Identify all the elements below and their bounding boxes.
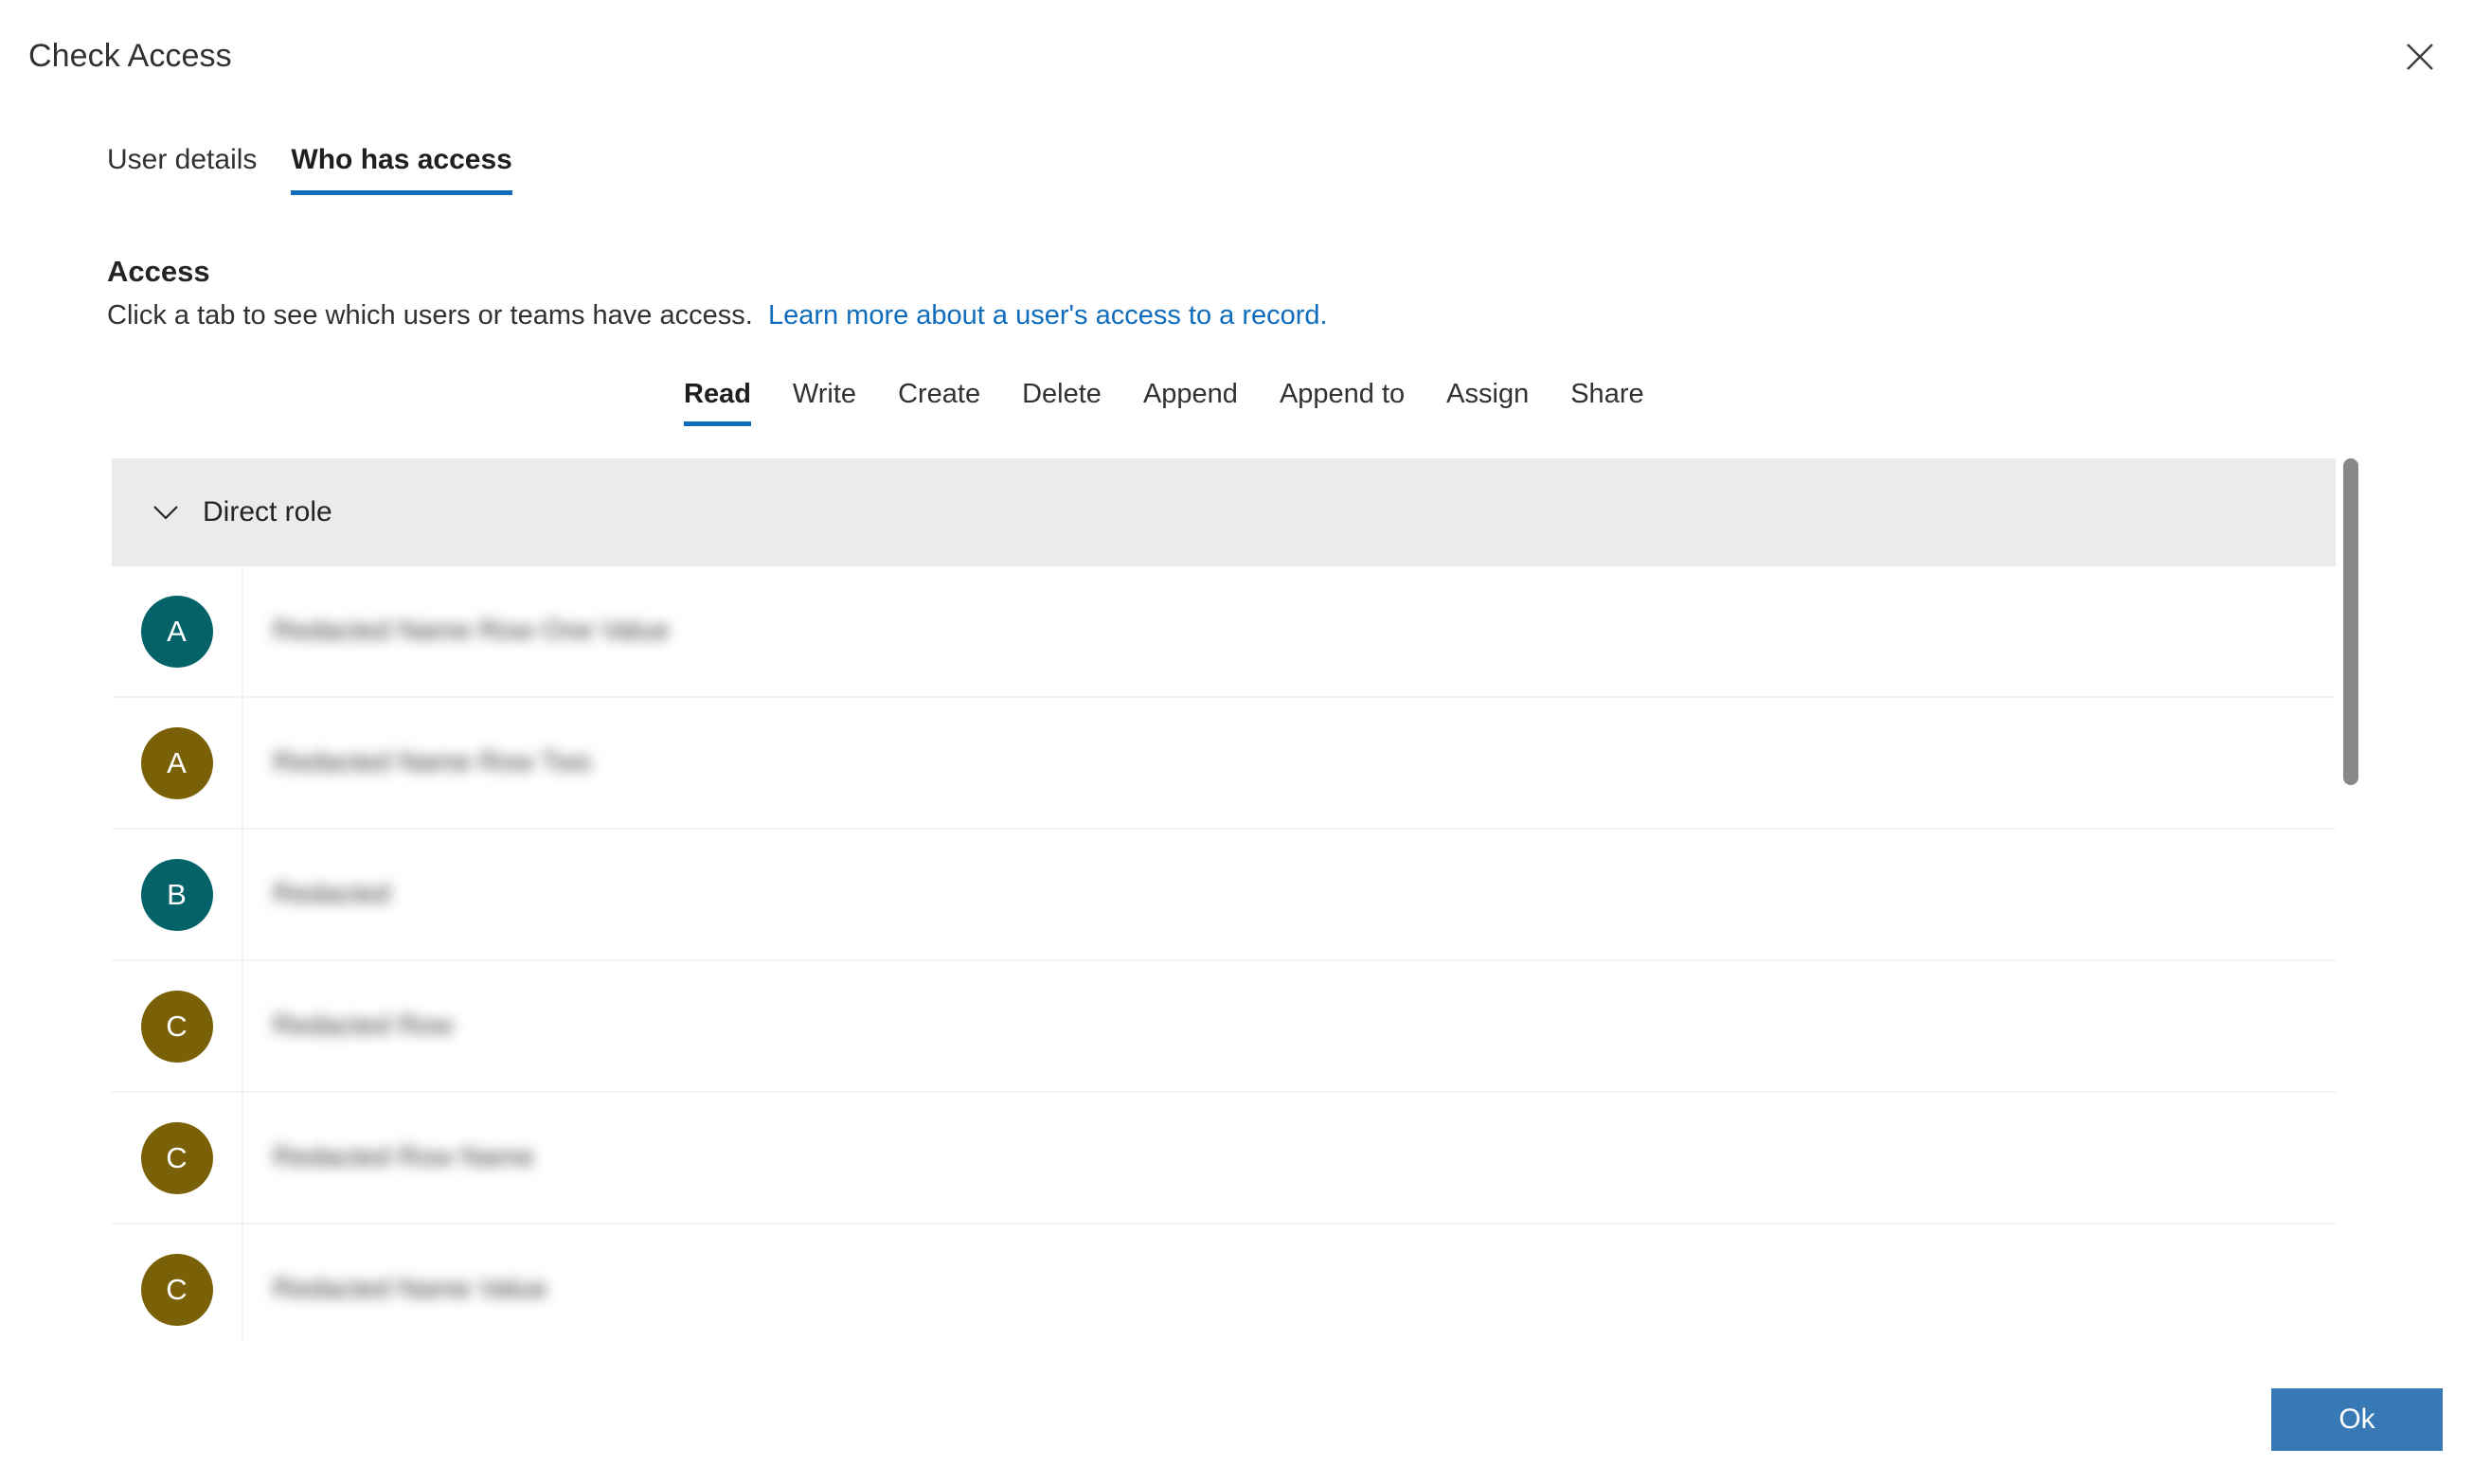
avatar: C <box>140 1253 213 1326</box>
perm-tab-write-label: Write <box>792 379 857 409</box>
avatar: A <box>140 595 213 668</box>
table-row[interactable]: A Redacted Name Row One Value <box>112 566 2336 698</box>
perm-tab-share[interactable]: Share <box>1550 377 1664 426</box>
avatar: A <box>140 726 213 799</box>
access-description: Click a tab to see which users or teams … <box>107 297 1328 333</box>
tab-user-details-label: User details <box>107 144 258 175</box>
perm-tab-append-to[interactable]: Append to <box>1259 377 1425 426</box>
perm-tab-delete[interactable]: Delete <box>1001 377 1122 426</box>
row-name-cell: Redacted Name Row One Value <box>243 566 2336 696</box>
permission-tablist: Read Write Create Delete Append Append t… <box>663 377 1665 426</box>
row-name-cell: Redacted <box>243 830 2336 959</box>
row-avatar-cell: A <box>112 698 243 828</box>
row-avatar-cell: C <box>112 1093 243 1223</box>
row-name-cell: Redacted Row <box>243 961 2336 1091</box>
close-button[interactable] <box>2384 21 2456 93</box>
avatar: C <box>140 1121 213 1194</box>
perm-tab-delete-label: Delete <box>1022 379 1102 409</box>
perm-tab-read-label: Read <box>684 379 751 409</box>
access-list: Direct role A Redacted Name Row One Value… <box>112 458 2336 1339</box>
access-description-text: Click a tab to see which users or teams … <box>107 300 753 331</box>
close-icon <box>2406 43 2434 71</box>
ok-button[interactable]: Ok <box>2271 1388 2443 1451</box>
table-row[interactable]: B Redacted <box>112 830 2336 961</box>
table-row[interactable]: C Redacted Row Name <box>112 1093 2336 1225</box>
chevron-down-icon <box>148 494 184 530</box>
perm-tab-append-to-label: Append to <box>1279 379 1406 409</box>
row-avatar-cell: C <box>112 1225 243 1339</box>
check-access-dialog: Check Access User details Who has access… <box>0 0 2473 1484</box>
avatar: B <box>140 858 213 931</box>
perm-tab-read[interactable]: Read <box>663 377 772 426</box>
access-rows-host: A Redacted Name Row One Value A Redacted Na… <box>112 566 2336 1339</box>
list-scrollbar[interactable] <box>2343 458 2358 1339</box>
row-name-redacted: Redacted Name Row Two <box>273 747 592 778</box>
learn-more-link[interactable]: Learn more about a user's access to a re… <box>768 300 1328 331</box>
pivot-tablist: User details Who has access <box>107 142 529 195</box>
tab-who-has-access[interactable]: Who has access <box>274 142 529 195</box>
row-name-cell: Redacted Name Row Two <box>243 698 2336 828</box>
row-name-cell: Redacted Name Value <box>243 1225 2336 1339</box>
group-header-direct-role[interactable]: Direct role <box>112 458 2336 566</box>
table-row[interactable]: C Redacted Name Value <box>112 1225 2336 1339</box>
table-row[interactable]: A Redacted Name Row Two <box>112 698 2336 830</box>
row-name-cell: Redacted Row Name <box>243 1093 2336 1223</box>
row-name-redacted: Redacted Name Row One Value <box>273 616 670 646</box>
access-heading: Access <box>107 255 210 288</box>
avatar: C <box>140 990 213 1063</box>
row-avatar-cell: C <box>112 961 243 1091</box>
tab-user-details[interactable]: User details <box>107 142 274 195</box>
row-name-redacted: Redacted Row <box>273 1010 454 1041</box>
perm-tab-assign[interactable]: Assign <box>1425 377 1550 426</box>
tab-who-has-access-label: Who has access <box>291 144 512 175</box>
perm-tab-write[interactable]: Write <box>772 377 877 426</box>
row-avatar-cell: A <box>112 566 243 696</box>
table-row[interactable]: C Redacted Row <box>112 961 2336 1093</box>
dialog-footer: Ok <box>0 1342 2473 1484</box>
list-scrollbar-thumb[interactable] <box>2343 458 2358 785</box>
perm-tab-append[interactable]: Append <box>1122 377 1259 426</box>
perm-tab-share-label: Share <box>1570 379 1644 409</box>
perm-tab-create-label: Create <box>898 379 981 409</box>
row-name-redacted: Redacted Row Name <box>273 1142 534 1172</box>
row-avatar-cell: B <box>112 830 243 959</box>
perm-tab-assign-label: Assign <box>1446 379 1530 409</box>
row-name-redacted: Redacted <box>273 879 391 909</box>
group-title: Direct role <box>203 496 332 527</box>
row-name-redacted: Redacted Name Value <box>273 1274 547 1304</box>
dialog-title: Check Access <box>28 38 232 74</box>
perm-tab-append-label: Append <box>1142 379 1238 409</box>
perm-tab-create[interactable]: Create <box>877 377 1001 426</box>
